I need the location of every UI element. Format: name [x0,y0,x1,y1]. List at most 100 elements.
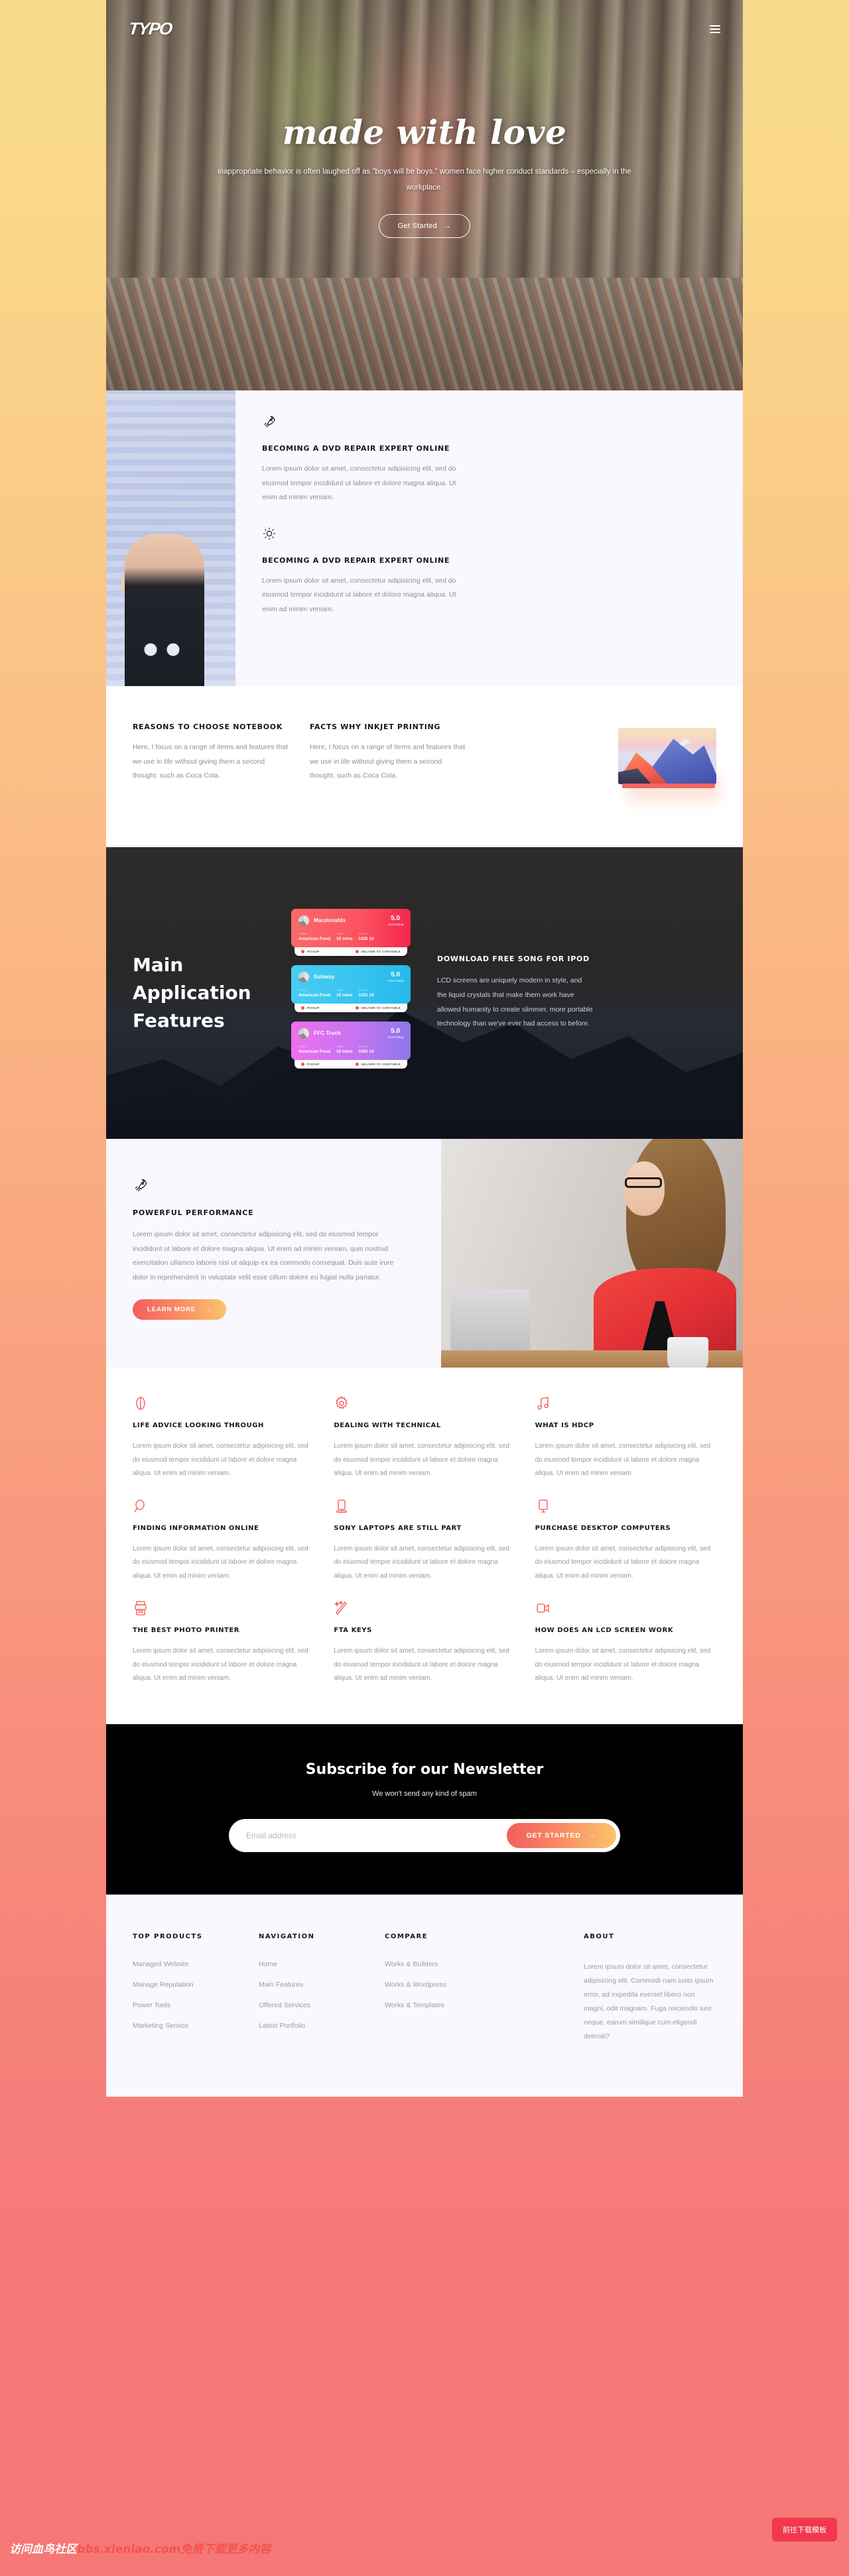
grid-item-lcd-screen: HOW DOES AN LCD SCREEN WORK Lorem ipsum … [535,1600,716,1692]
feature-card[interactable]: Macdonalds 5.0 1034 Rating FOOD American … [291,908,411,956]
hero-cta-label: Get Started [397,222,438,231]
newsletter-title: Subscribe for our Newsletter [305,1761,544,1778]
footer-link[interactable]: Home [259,1960,359,1968]
feature-card[interactable]: FFC Truck 5.0 1034 Rating FOOD American F… [291,1021,411,1069]
grid-body: Lorem ipsum dolor sit amet, consectetur … [535,1442,711,1477]
card-score: 5.0 [391,914,401,922]
reasons-section: REASONS TO CHOOSE NOTEBOOK Here, I focus… [106,686,743,847]
avatar [298,971,309,982]
deliver-action[interactable]: DELIVER TO CARITABLE [355,1006,401,1010]
card-name: Macdonalds [314,917,346,923]
newsletter-section: Subscribe for our Newsletter We won't se… [106,1724,743,1895]
card-rating-label: 1034 Rating [387,978,403,982]
footer-column-compare: COMPARE Works & Builders Works & Wordpre… [385,1933,486,2044]
meta-value: USD 10 [358,992,374,998]
footer-link[interactable]: Works & Builders [385,1960,486,1968]
brand-logo[interactable]: TYPO [127,19,172,39]
search-icon [133,1498,314,1515]
site-footer: TOP PRODUCTS Managed Website Manage Repu… [106,1894,743,2097]
download-song-block: DOWNLOAD FREE SONG FOR IPOD LCD screens … [437,955,593,1031]
eye-icon [133,1395,314,1413]
gear-icon [334,1395,515,1413]
grid-body: Lorem ipsum dolor sit amet, consectetur … [535,1647,711,1682]
pin-icon [301,1062,304,1066]
pickup-action[interactable]: PICKUP [301,949,320,953]
reasons-heading-1: REASONS TO CHOOSE NOTEBOOK [133,723,283,731]
deliver-action[interactable]: DELIVER TO CARITABLE [355,1062,401,1066]
mountain-image [618,723,720,801]
footer-link[interactable]: Works & Wordpress [385,1981,486,1989]
meta-label: PRICE [358,988,368,992]
deliver-label: DELIVER TO CARITABLE [361,1006,401,1010]
portrait-image [106,390,235,686]
deliver-label: DELIVER TO CARITABLE [361,1062,401,1066]
header-bar: TYPO [106,0,743,39]
footer-link[interactable]: Offered Services [259,2001,359,2009]
intro-heading-1: BECOMING A DVD REPAIR EXPERT ONLINE [262,444,450,453]
intro-section: BECOMING A DVD REPAIR EXPERT ONLINE Lore… [106,390,743,686]
meta-value: USD 10 [358,1049,374,1054]
footer-link[interactable]: Marketing Service [133,2022,233,2030]
footer-column-title: COMPARE [385,1932,428,1940]
grid-body: Lorem ipsum dolor sit amet, consectetur … [535,1545,711,1580]
main-features-section: Main Application Features Macdonalds 5.0… [106,847,743,1139]
grid-item-finding-info: FINDING INFORMATION ONLINE Lorem ipsum d… [133,1498,314,1590]
card-name: FFC Truck [314,1030,341,1036]
footer-link[interactable]: Latest Portfolio [259,2022,359,2030]
arrow-right-icon: → [588,1831,596,1840]
grid-body: Lorem ipsum dolor sit amet, consectetur … [133,1647,308,1682]
pickup-label: PICKUP [307,1006,320,1010]
watermark: 访问血鸟社区bbs.xienlao.com免费下载更多内容 [9,2540,271,2556]
main-features-title: Main Application Features [133,954,251,1031]
grid-item-photo-printer: THE BEST PHOTO PRINTER Lorem ipsum dolor… [133,1600,314,1692]
footer-column-navigation: NAVIGATION Home Main Features Offered Se… [259,1933,359,2044]
learn-more-label: LEARN MORE [147,1306,196,1314]
meta-value: American Food [298,1049,330,1054]
grid-title: FINDING INFORMATION ONLINE [133,1524,259,1532]
footer-link[interactable]: Works & Templates [385,2001,486,2009]
performance-heading: POWERFUL PERFORMANCE [133,1208,254,1217]
footer-column-top-products: TOP PRODUCTS Managed Website Manage Repu… [133,1933,233,2044]
footer-link[interactable]: Managed Website [133,1960,233,1968]
grid-title: DEALING WITH TECHNICAL [334,1422,441,1429]
footer-column-about: ABOUT Lorem ipsum dolor sit amet, consec… [584,1933,716,2044]
feature-card[interactable]: Subway 5.0 1034 Rating FOOD American Food… [291,965,411,1012]
footer-link[interactable]: Power Tools [133,2001,233,2009]
avatar [298,915,309,926]
printer-icon [133,1600,314,1617]
page-root: TYPO made with love inappropriate behavi… [106,0,743,2097]
card-score: 5.0 [391,1027,401,1035]
meta-value: American Food [298,992,330,998]
newsletter-get-started-button[interactable]: GET STARTED → [506,1822,616,1848]
music-icon [535,1395,716,1413]
grid-item-sony-laptops: SONY LAPTOPS ARE STILL PART Lorem ipsum … [334,1498,515,1590]
footer-about-body: Lorem ipsum dolor sit amet, consectetur … [584,1962,714,2040]
pickup-label: PICKUP [307,1062,320,1066]
office-photo [441,1139,743,1368]
grid-item-hdcp: WHAT IS HDCP Lorem ipsum dolor sit amet,… [535,1395,716,1488]
reasons-body-1: Here, I focus on a range of items and fe… [133,743,289,780]
email-input[interactable] [233,1830,507,1840]
intro-body-1: Lorem ipsum dolor sit amet, consectetur … [262,465,456,502]
footer-link[interactable]: Main Features [259,1981,359,1989]
arrow-right-icon: → [444,222,452,231]
meta-value: USD 10 [358,936,374,941]
grid-title: THE BEST PHOTO PRINTER [133,1627,240,1634]
download-song-heading: DOWNLOAD FREE SONG FOR IPOD [437,955,590,964]
hero-get-started-button[interactable]: Get Started → [378,214,471,239]
meta-label: FOOD [298,931,308,935]
footer-link[interactable]: Manage Reputation [133,1981,233,1989]
hero-subtitle: inappropriate behavior is often laughed … [218,168,631,192]
performance-body: Lorem ipsum dolor sit amet, consectetur … [133,1230,394,1281]
download-template-button[interactable]: 前往下载模板 [772,2518,837,2542]
hamburger-menu-icon[interactable] [710,25,720,33]
meta-label: TIME [336,931,344,935]
intro-body-2: Lorem ipsum dolor sit amet, consectetur … [262,576,456,613]
download-song-body: LCD screens are uniquely modern in style… [437,976,593,1028]
deliver-action[interactable]: DELIVER TO CARITABLE [355,949,401,953]
card-name: Subway [314,974,335,980]
learn-more-button[interactable]: LEARN MORE → [133,1299,227,1320]
pickup-action[interactable]: PICKUP [301,1062,320,1066]
magic-wand-icon [334,1600,515,1617]
pickup-action[interactable]: PICKUP [301,1006,320,1010]
